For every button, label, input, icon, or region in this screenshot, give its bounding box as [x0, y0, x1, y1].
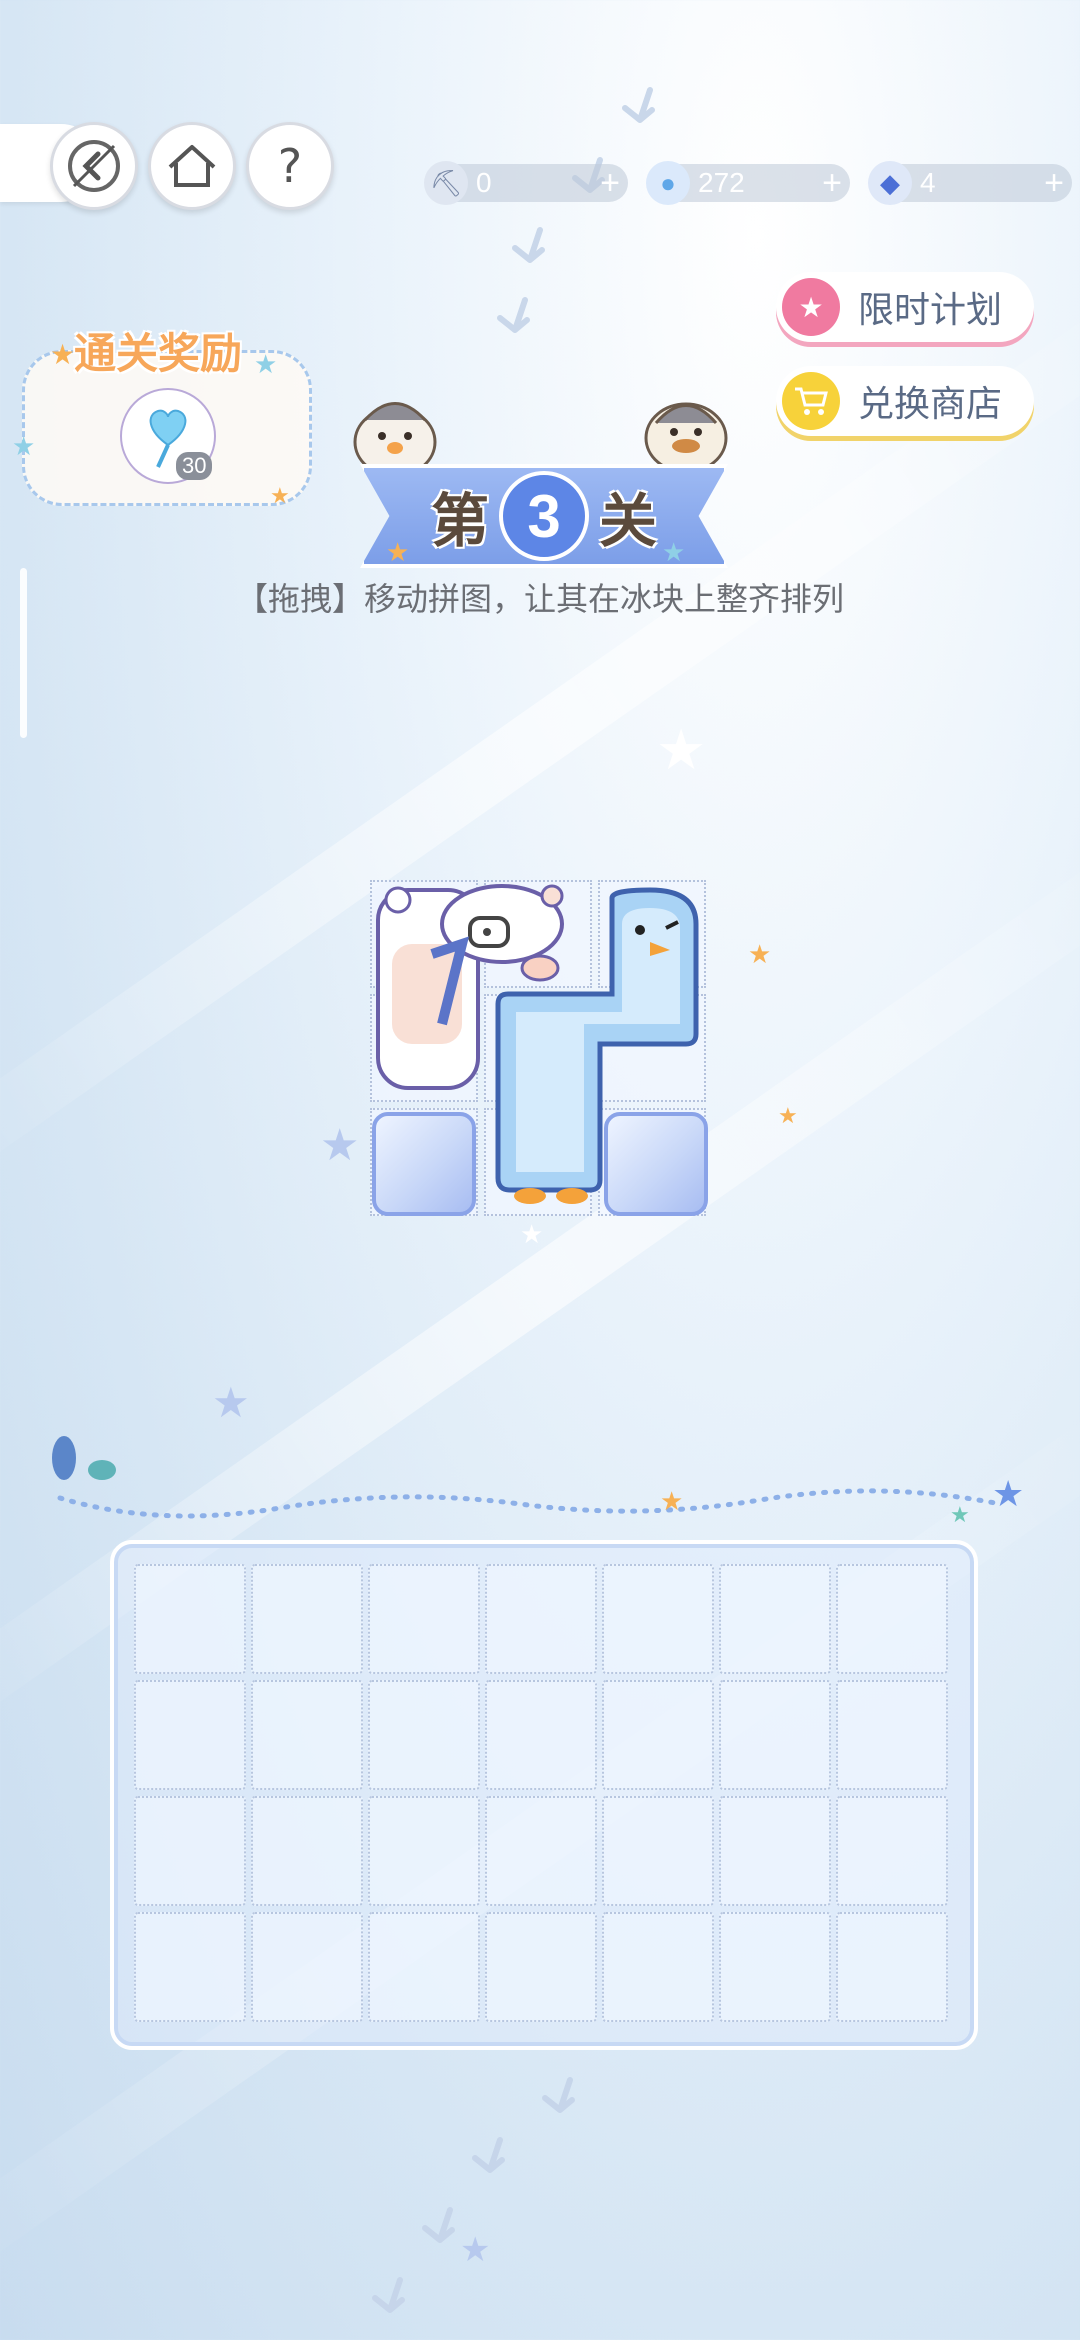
tray-cell[interactable]: [836, 1796, 948, 1906]
add-lollipop-button[interactable]: +: [814, 164, 850, 203]
wavy-divider: ★ ★ ★: [52, 1436, 1024, 1528]
star-icon: ★: [460, 2230, 491, 2270]
lollipop-icon: ●: [646, 161, 690, 205]
tray-cell[interactable]: [368, 1680, 480, 1790]
tray-cell[interactable]: [368, 1912, 480, 2022]
tray-cell[interactable]: [251, 1796, 363, 1906]
tray-cell[interactable]: [485, 1912, 597, 2022]
star-icon: ★: [748, 940, 772, 970]
star-icon: ★: [386, 538, 410, 568]
footprints-decoration: [497, 87, 655, 333]
piece-tray: [110, 1540, 978, 2050]
star-icon: ★: [656, 718, 707, 783]
tray-cell[interactable]: [134, 1912, 246, 2022]
tray-cell[interactable]: [134, 1796, 246, 1906]
level-number: 3: [499, 471, 589, 561]
limited-plan-button[interactable]: ★ 限时计划: [776, 272, 1034, 342]
home-icon: [168, 145, 216, 187]
level-prefix: 第: [430, 487, 489, 555]
tray-cell[interactable]: [836, 1912, 948, 2022]
cart-icon: [782, 372, 840, 430]
add-gem-button[interactable]: +: [1036, 164, 1072, 203]
add-shovel-button[interactable]: +: [592, 164, 628, 203]
instruction-text: 【拖拽】移动拼图，让其在冰块上整齐排列: [235, 580, 844, 618]
resource-gem: ◆ 4 +: [868, 161, 1072, 205]
tray-cell[interactable]: [719, 1796, 831, 1906]
tray-cell[interactable]: [251, 1564, 363, 1674]
limited-plan-label: 限时计划: [858, 290, 1003, 331]
level-suffix: 关: [599, 487, 658, 555]
tray-cell[interactable]: [368, 1564, 480, 1674]
gem-icon: ◆: [868, 161, 912, 205]
help-icon: ?: [277, 139, 303, 193]
tray-cell[interactable]: [602, 1912, 714, 2022]
tray-cell[interactable]: [836, 1564, 948, 1674]
star-icon: ★: [662, 538, 686, 568]
exchange-shop-label: 兑换商店: [858, 384, 1003, 425]
help-button[interactable]: ?: [246, 122, 334, 210]
tray-cell[interactable]: [836, 1680, 948, 1790]
star-icon: ★: [320, 1120, 360, 1171]
tray-cell[interactable]: [719, 1564, 831, 1674]
tray-cell[interactable]: [251, 1912, 363, 2022]
resource-lollipop: ● 272 +: [646, 161, 850, 205]
tray-cell[interactable]: [719, 1912, 831, 2022]
tray-cell[interactable]: [719, 1680, 831, 1790]
footprints-decoration: [372, 2077, 575, 2313]
star-icon: ★: [12, 432, 36, 462]
tray-cell[interactable]: [602, 1796, 714, 1906]
exchange-shop-button[interactable]: 兑换商店: [776, 366, 1034, 436]
svg-text:★: ★: [992, 1474, 1024, 1515]
tray-cell[interactable]: [368, 1796, 480, 1906]
resource-value: 0: [476, 167, 492, 198]
tray-cell[interactable]: [485, 1564, 597, 1674]
back-arrow-icon: [68, 140, 120, 192]
resource-shovel: ⛏ 0 +: [424, 161, 628, 205]
home-button[interactable]: [148, 122, 236, 210]
clear-reward-title: 通关奖励: [74, 329, 243, 378]
ice-cube-tile[interactable]: [372, 1112, 476, 1216]
tray-cell[interactable]: [134, 1564, 246, 1674]
shovel-icon: ⛏: [424, 161, 468, 205]
tray-cell[interactable]: [134, 1680, 246, 1790]
tray-cell[interactable]: [251, 1680, 363, 1790]
gift-icon: ★: [782, 278, 840, 336]
reward-count: 30: [176, 452, 213, 480]
star-icon: ★: [254, 350, 278, 380]
tray-cell[interactable]: [602, 1680, 714, 1790]
star-icon: ★: [50, 338, 76, 371]
resource-value: 272: [698, 167, 745, 198]
tray-cell[interactable]: [602, 1564, 714, 1674]
back-button[interactable]: [50, 122, 138, 210]
tray-cell[interactable]: [485, 1680, 597, 1790]
svg-text:★: ★: [660, 1487, 683, 1517]
tray-cell[interactable]: [485, 1796, 597, 1906]
penguin-piece[interactable]: [490, 884, 706, 1204]
svg-text:★: ★: [950, 1503, 970, 1528]
star-icon: ★: [778, 1104, 798, 1129]
star-icon: ★: [270, 484, 290, 509]
scroll-indicator[interactable]: [20, 568, 27, 738]
resource-value: 4: [920, 167, 936, 198]
star-icon: ★: [520, 1220, 544, 1250]
